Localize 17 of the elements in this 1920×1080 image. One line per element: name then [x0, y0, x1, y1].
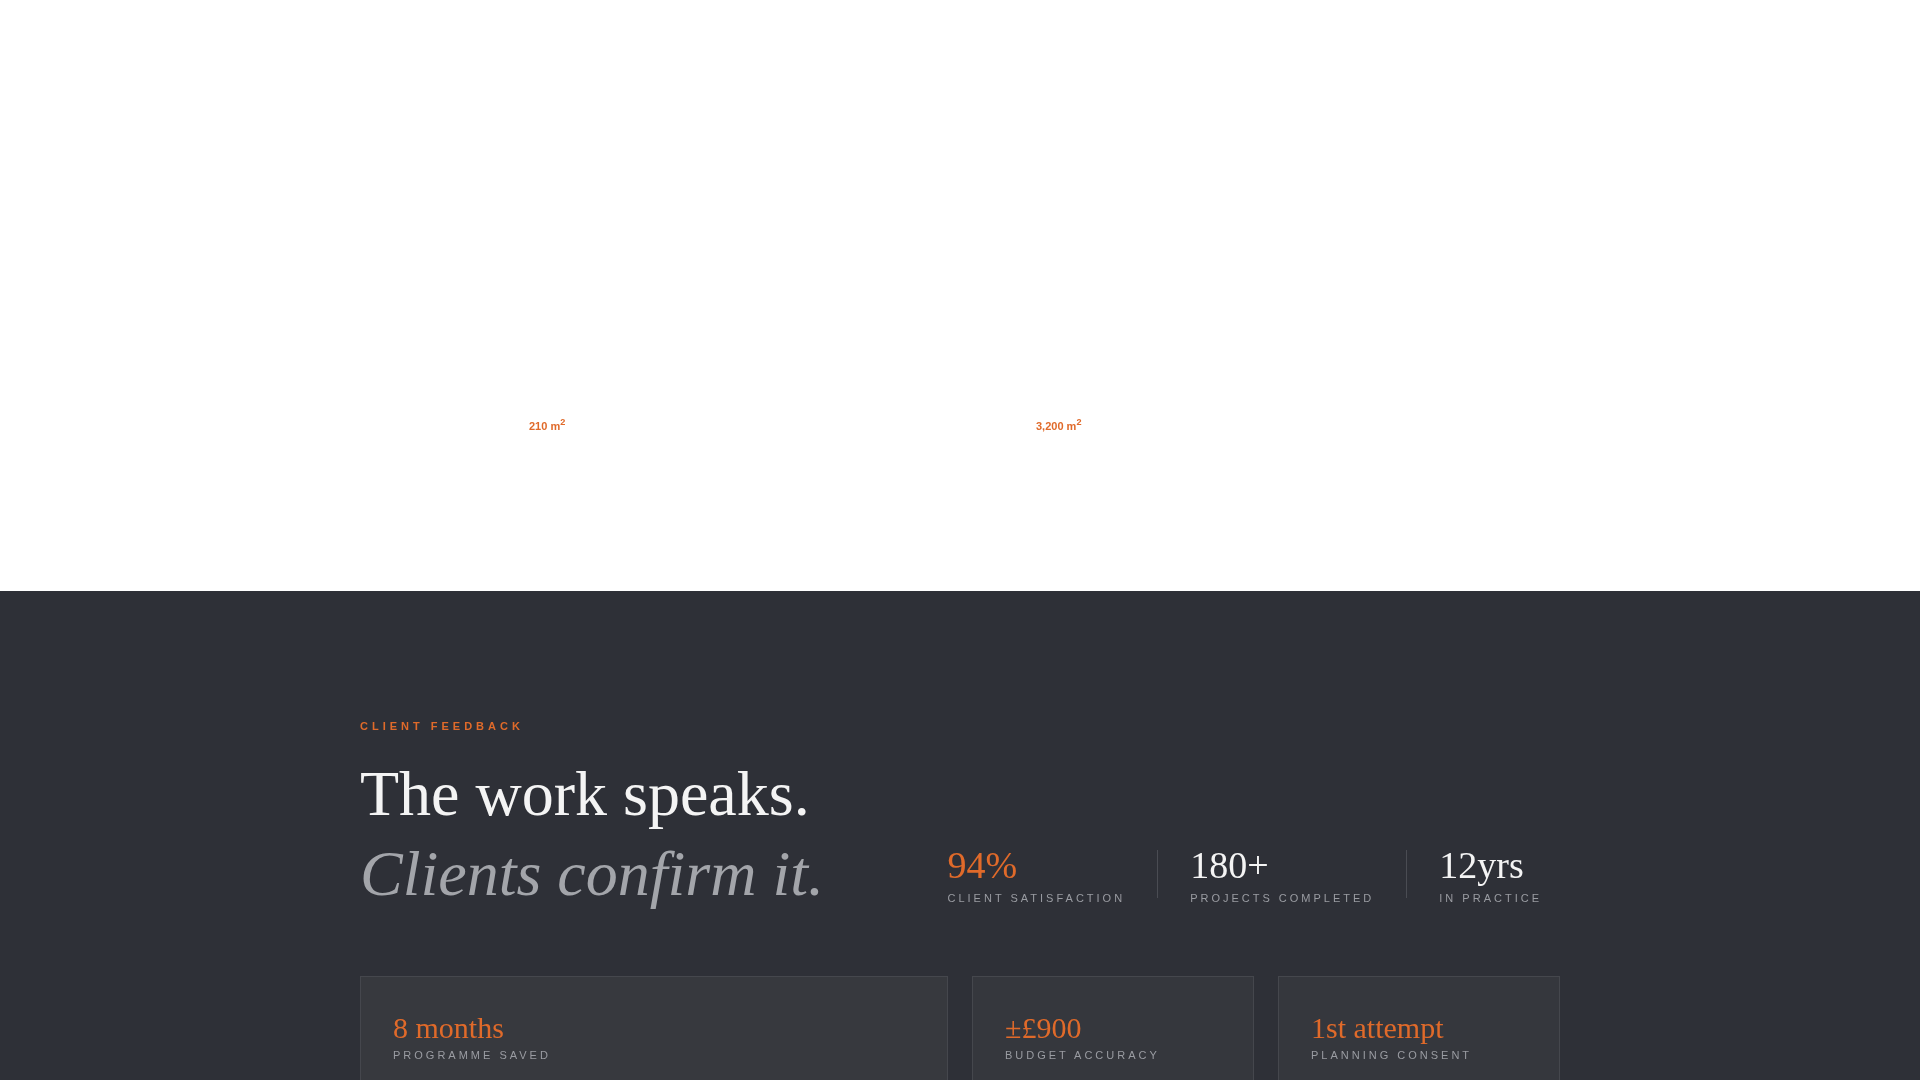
area-label: 3,200 m$^{2}$ — [1036, 416, 1083, 434]
stat-value: 94% — [947, 844, 1019, 886]
card-value: 8 months — [393, 1011, 505, 1045]
stat-label: PROJECTS COMPLETED — [1190, 892, 1375, 904]
card-value: 1st attempt — [1311, 1011, 1445, 1045]
section-eyebrow: CLIENT FEEDBACK — [360, 720, 525, 732]
card-label: PROGRAMME SAVED — [393, 1049, 552, 1061]
headline-italic: Clients confirm it. — [360, 837, 824, 911]
area-label: 210 m$^{2}$ — [529, 416, 567, 434]
card-value: ±£900 — [1005, 1011, 1083, 1045]
stat-value: 180+ — [1190, 844, 1270, 886]
card-label: PLANNING CONSENT — [1311, 1049, 1474, 1061]
stat-label: IN PRACTICE — [1439, 892, 1542, 904]
card-label: BUDGET ACCURACY — [1005, 1049, 1161, 1061]
stat-label: CLIENT SATISFACTION — [947, 892, 1126, 904]
stat-value: 12yrs — [1439, 844, 1525, 886]
headline: The work speaks. — [360, 757, 811, 831]
